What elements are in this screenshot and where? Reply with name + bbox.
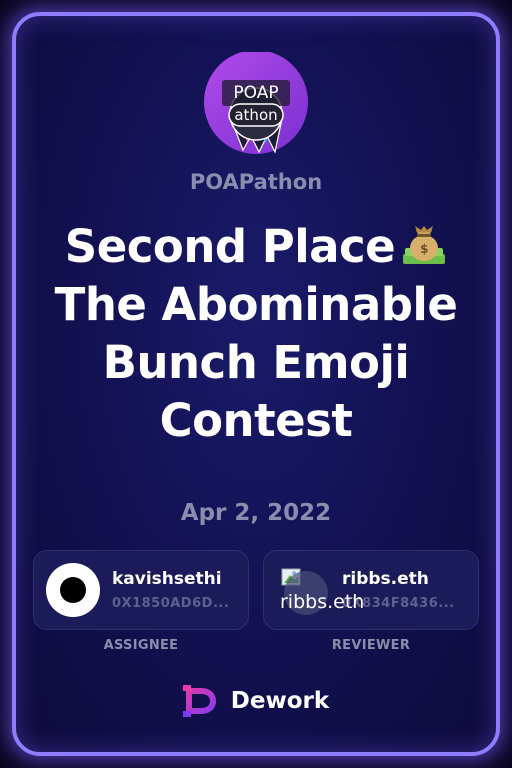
svg-text:POAP: POAP [233, 83, 278, 103]
svg-text:$: $ [420, 242, 428, 256]
assignee-name: kavishsethi [112, 569, 222, 589]
avatar-alt-text: ribbs.eth [280, 591, 365, 613]
title-line-2: The Abominable [54, 278, 458, 331]
assignee-card[interactable]: kavishsethi 0X1850AD6D... [33, 550, 249, 630]
reviewer-label: REVIEWER [331, 638, 411, 653]
assignee-label: ASSIGNEE [103, 638, 179, 653]
task-title: Second Place $ The Abominable Bunch Emoj… [30, 218, 482, 450]
poapathon-logo: POAP athon [204, 52, 308, 154]
reviewer-name: ribbs.eth [342, 569, 429, 589]
dework-logo-icon [182, 685, 216, 717]
avatar [46, 563, 100, 617]
money-bag-icon: $ [403, 226, 446, 264]
title-line-1-text: Second Place [64, 220, 396, 273]
title-line-4: Contest [159, 394, 353, 447]
title-line-1: Second Place $ [30, 218, 482, 276]
dework-brand[interactable]: Dework [0, 684, 512, 718]
title-line-3: Bunch Emoji [102, 336, 410, 389]
assignee-address: 0X1850AD6D... [112, 596, 230, 611]
reviewer-card[interactable]: 0X834F8436... ribbs.eth ribbs.eth [263, 550, 479, 630]
svg-text:athon: athon [234, 106, 277, 124]
organization-name[interactable]: POAPathon [0, 170, 512, 194]
task-date: Apr 2, 2022 [180, 500, 332, 526]
dework-name: Dework [230, 688, 330, 714]
